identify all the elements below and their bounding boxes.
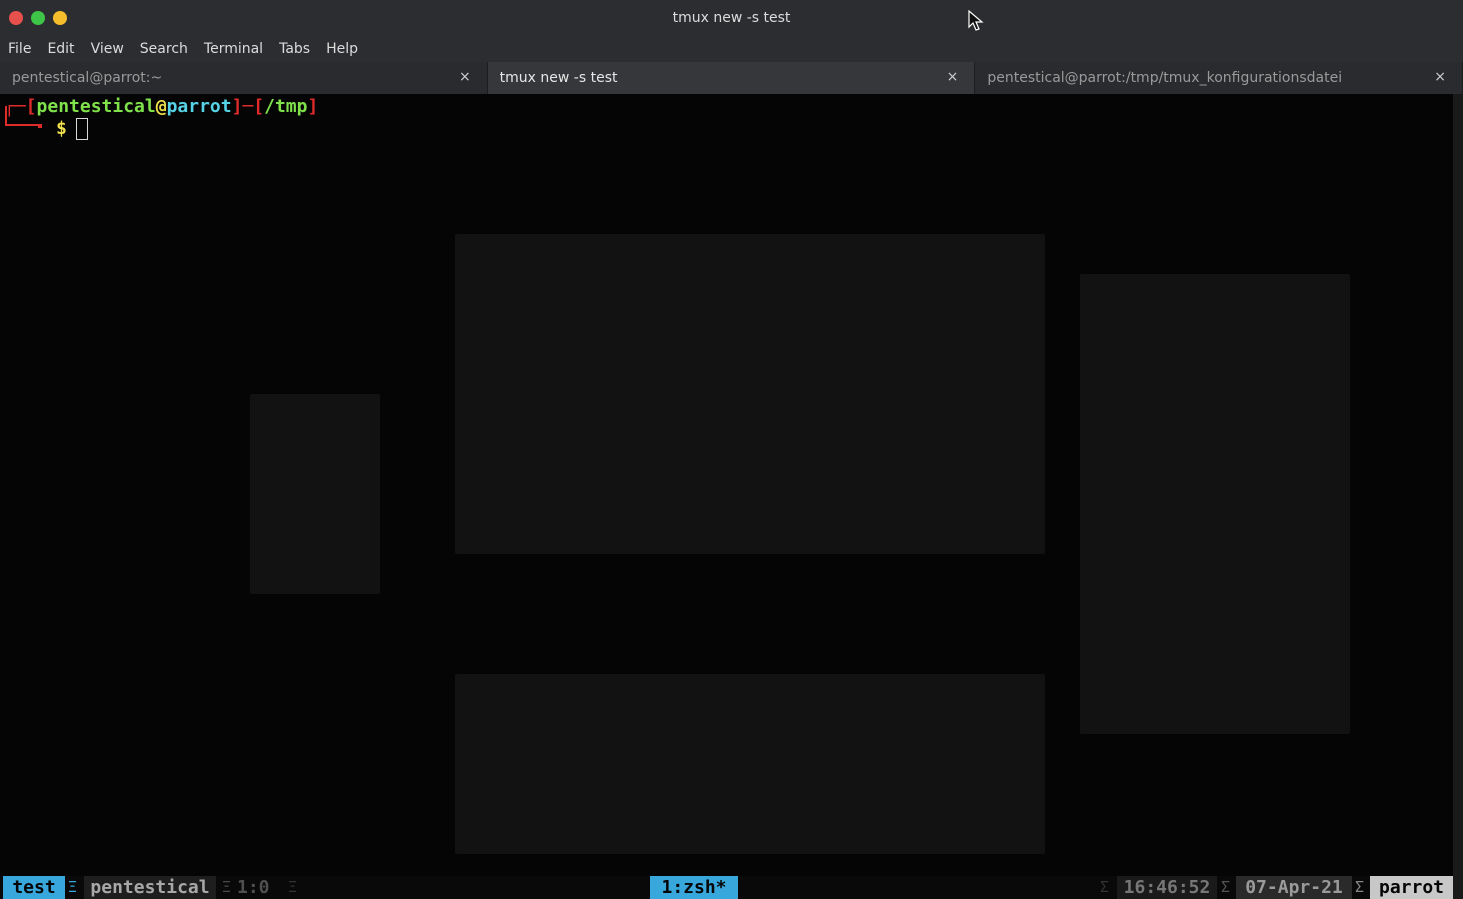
- terminal-scrollbar[interactable]: [1453, 94, 1463, 899]
- status-separator: Ξ: [68, 878, 78, 896]
- status-separator: Ξ: [222, 878, 232, 896]
- terminal-pane[interactable]: ┌─[pentestical@parrot]─[/tmp] $: [0, 94, 1453, 876]
- menu-terminal[interactable]: Terminal: [196, 41, 271, 57]
- tab-home[interactable]: pentestical@parrot:~ ×: [0, 62, 488, 94]
- status-window[interactable]: 1:zsh*: [650, 876, 738, 899]
- tab-tmux-config[interactable]: pentestical@parrot:/tmp/tmux_konfigurati…: [975, 62, 1463, 94]
- background-ghost: [250, 394, 380, 594]
- prompt-line: ┌─[pentestical@parrot]─[/tmp]: [4, 96, 318, 117]
- prompt-close-bracket: ]: [307, 96, 319, 117]
- prompt-symbol: $: [56, 118, 67, 139]
- prompt-mid-bracket: ]─[: [231, 96, 265, 117]
- background-ghost: [1080, 274, 1350, 734]
- menu-search[interactable]: Search: [132, 41, 196, 57]
- tmux-status-bar: test Ξ pentestical Ξ 1:0 Ξ 1:zsh* Σ 16:4…: [0, 876, 1453, 899]
- menu-tabs[interactable]: Tabs: [271, 41, 318, 57]
- menu-help[interactable]: Help: [318, 41, 366, 57]
- prompt-corner-dot: [38, 124, 42, 128]
- prompt-path: /tmp: [264, 96, 308, 117]
- text-cursor: [76, 118, 88, 140]
- status-separator: Σ: [1221, 878, 1231, 896]
- menu-file[interactable]: File: [0, 41, 39, 57]
- menu-edit[interactable]: Edit: [39, 41, 82, 57]
- status-session: test: [3, 876, 65, 899]
- status-pane: 1:0: [237, 877, 270, 898]
- prompt-at: @: [155, 96, 167, 117]
- background-ghost: [455, 234, 1045, 554]
- background-ghost: [455, 674, 1045, 854]
- prompt-user: pentestical: [36, 96, 156, 117]
- status-date: 07-Apr-21: [1236, 876, 1352, 899]
- menu-view[interactable]: View: [83, 41, 132, 57]
- close-icon[interactable]: ×: [1434, 69, 1446, 85]
- close-icon[interactable]: ×: [459, 69, 471, 85]
- mouse-pointer-icon: [968, 10, 984, 31]
- tab-label: tmux new -s test: [499, 70, 618, 86]
- status-separator: Σ: [1100, 878, 1110, 896]
- tab-label: pentestical@parrot:~: [12, 70, 163, 86]
- menu-bar: File Edit View Search Terminal Tabs Help: [0, 36, 1463, 62]
- status-separator: Σ: [1355, 878, 1365, 896]
- window-title: tmux new -s test: [672, 10, 791, 26]
- window-titlebar: tmux new -s test: [0, 0, 1463, 36]
- status-user: pentestical: [84, 876, 216, 899]
- prompt-open-bracket: ┌─[: [4, 96, 37, 117]
- status-time: 16:46:52: [1117, 876, 1217, 899]
- status-host: parrot: [1370, 876, 1453, 899]
- tab-label: pentestical@parrot:/tmp/tmux_konfigurati…: [987, 70, 1343, 86]
- tab-tmux-test[interactable]: tmux new -s test ×: [487, 62, 976, 94]
- close-icon[interactable]: ×: [947, 69, 959, 85]
- tab-bar: pentestical@parrot:~ × tmux new -s test …: [0, 62, 1463, 95]
- status-separator: Ξ: [288, 878, 298, 896]
- prompt-host: parrot: [166, 96, 232, 117]
